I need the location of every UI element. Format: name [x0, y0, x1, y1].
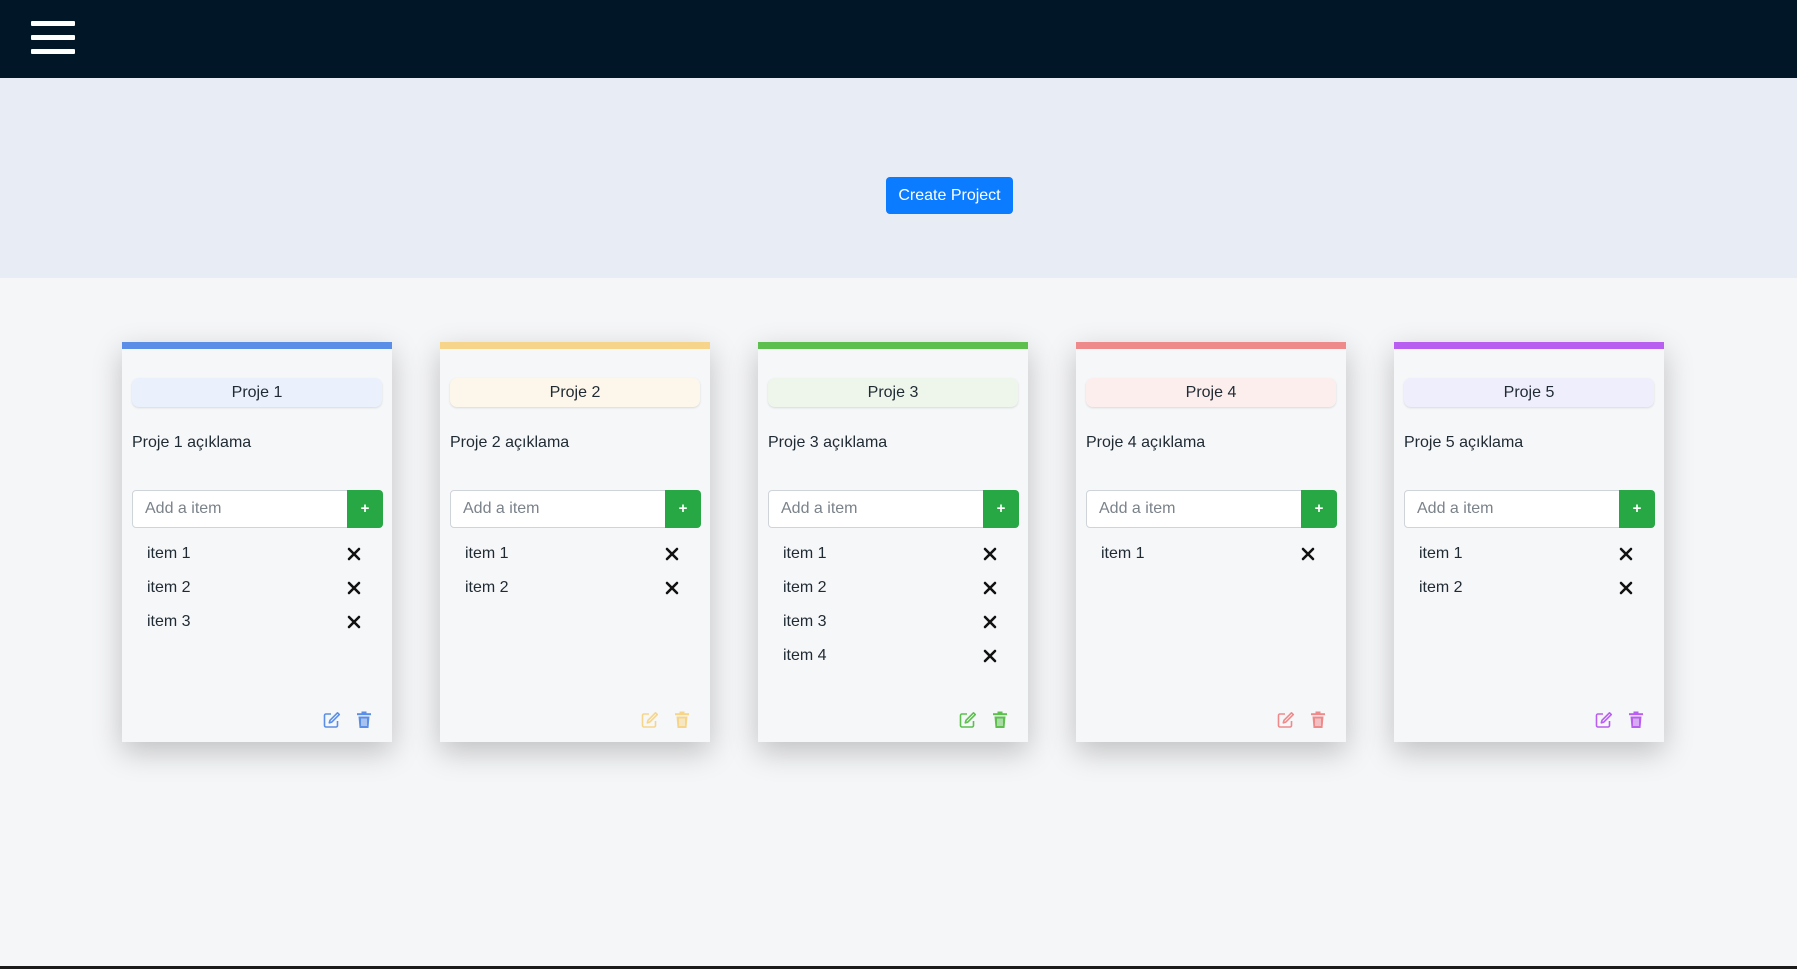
- edit-icon[interactable]: [958, 710, 978, 730]
- close-icon[interactable]: [664, 546, 680, 562]
- edit-icon[interactable]: [640, 710, 660, 730]
- item-label: item 1: [1101, 545, 1145, 562]
- add-item-button[interactable]: +: [1619, 490, 1655, 528]
- project-title: Proje 5: [1404, 378, 1654, 407]
- project-card: Proje 5 Proje 5 açıklama + item 1 item 2: [1394, 342, 1664, 742]
- item-label: item 3: [783, 613, 827, 630]
- trash-icon[interactable]: [1308, 710, 1328, 730]
- item-label: item 3: [147, 613, 191, 630]
- hamburger-menu-icon[interactable]: [31, 21, 75, 54]
- close-icon[interactable]: [346, 546, 362, 562]
- close-icon[interactable]: [1618, 546, 1634, 562]
- top-navbar: [0, 0, 1797, 78]
- close-icon[interactable]: [1300, 546, 1316, 562]
- add-item-button[interactable]: +: [665, 490, 701, 528]
- project-title: Proje 2: [450, 378, 700, 407]
- edit-icon[interactable]: [1276, 710, 1296, 730]
- project-title: Proje 3: [768, 378, 1018, 407]
- item-list: item 1: [1076, 537, 1346, 571]
- item-label: item 1: [1419, 545, 1463, 562]
- add-item-input[interactable]: [450, 490, 666, 528]
- edit-icon[interactable]: [1594, 710, 1614, 730]
- item-label: item 1: [465, 545, 509, 562]
- item-label: item 2: [783, 579, 827, 596]
- close-icon[interactable]: [1618, 580, 1634, 596]
- list-item: item 4: [758, 639, 1028, 673]
- close-icon[interactable]: [982, 546, 998, 562]
- item-list: item 1 item 2 item 3 item 4: [758, 537, 1028, 673]
- trash-icon[interactable]: [672, 710, 692, 730]
- list-item: item 2: [758, 571, 1028, 605]
- project-title: Proje 4: [1086, 378, 1336, 407]
- edit-icon[interactable]: [322, 710, 342, 730]
- item-label: item 1: [783, 545, 827, 562]
- card-actions: [958, 710, 1018, 730]
- project-card: Proje 1 Proje 1 açıklama + item 1 item 2…: [122, 342, 392, 742]
- project-card: Proje 2 Proje 2 açıklama + item 1 item 2: [440, 342, 710, 742]
- list-item: item 2: [440, 571, 710, 605]
- add-item-button[interactable]: +: [1301, 490, 1337, 528]
- item-label: item 2: [147, 579, 191, 596]
- close-icon[interactable]: [346, 614, 362, 630]
- add-item-button[interactable]: +: [347, 490, 383, 528]
- card-actions: [1276, 710, 1336, 730]
- project-card: Proje 4 Proje 4 açıklama + item 1: [1076, 342, 1346, 742]
- card-actions: [640, 710, 700, 730]
- card-actions: [1594, 710, 1654, 730]
- close-icon[interactable]: [982, 648, 998, 664]
- list-item: item 3: [758, 605, 1028, 639]
- project-description: Proje 1 açıklama: [132, 434, 252, 451]
- project-description: Proje 2 açıklama: [450, 434, 570, 451]
- list-item: item 3: [122, 605, 392, 639]
- add-item-input[interactable]: [1086, 490, 1302, 528]
- create-project-button[interactable]: Create Project: [886, 177, 1013, 214]
- trash-icon[interactable]: [354, 710, 374, 730]
- card-actions: [322, 710, 382, 730]
- project-card: Proje 3 Proje 3 açıklama + item 1 item 2…: [758, 342, 1028, 742]
- project-description: Proje 3 açıklama: [768, 434, 888, 451]
- list-item: item 1: [440, 537, 710, 571]
- item-label: item 1: [147, 545, 191, 562]
- item-list: item 1 item 2 item 3: [122, 537, 392, 639]
- list-item: item 1: [758, 537, 1028, 571]
- item-list: item 1 item 2: [1394, 537, 1664, 605]
- add-item-input[interactable]: [132, 490, 348, 528]
- item-label: item 4: [783, 647, 827, 664]
- close-icon[interactable]: [346, 580, 362, 596]
- item-label: item 2: [465, 579, 509, 596]
- project-title: Proje 1: [132, 378, 382, 407]
- list-item: item 2: [1394, 571, 1664, 605]
- close-icon[interactable]: [664, 580, 680, 596]
- list-item: item 2: [122, 571, 392, 605]
- add-item-input[interactable]: [1404, 490, 1620, 528]
- close-icon[interactable]: [982, 614, 998, 630]
- item-label: item 2: [1419, 579, 1463, 596]
- project-description: Proje 4 açıklama: [1086, 434, 1206, 451]
- add-item-input[interactable]: [768, 490, 984, 528]
- project-description: Proje 5 açıklama: [1404, 434, 1524, 451]
- trash-icon[interactable]: [990, 710, 1010, 730]
- add-item-button[interactable]: +: [983, 490, 1019, 528]
- list-item: item 1: [1394, 537, 1664, 571]
- close-icon[interactable]: [982, 580, 998, 596]
- list-item: item 1: [1076, 537, 1346, 571]
- trash-icon[interactable]: [1626, 710, 1646, 730]
- item-list: item 1 item 2: [440, 537, 710, 605]
- list-item: item 1: [122, 537, 392, 571]
